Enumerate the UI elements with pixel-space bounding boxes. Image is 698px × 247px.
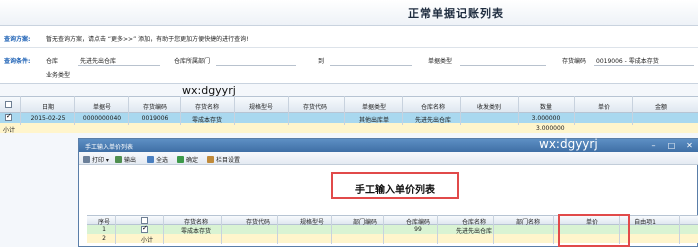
watermark: wx:dgyyrj [539,137,598,151]
column-divider [679,215,680,244]
dialog-heading-box: 手工输入单价列表 [331,172,459,199]
query-plan-row: 查询方案: 暂无查询方案，请点击 “更多>>” 添加，有助于您更加方便快捷的进行… [0,26,698,48]
print-label: 打印 [92,157,105,164]
col-date[interactable]: 日期 [24,102,72,111]
subtotal-label: 小计 [3,127,16,134]
column-divider [437,215,438,244]
column-divider [277,215,278,244]
printer-icon [83,156,90,163]
col-inventory-code[interactable]: 存货编码 [130,102,180,111]
col-doc-type[interactable]: 单据类型 [348,102,400,111]
dialog-title: 手工输入单价列表 [85,144,134,151]
confirm-label: 确定 [186,157,199,164]
to-label: 到 [318,58,325,65]
close-icon[interactable]: ✕ [685,141,694,150]
cell-inventory-code: 0019006 [141,115,169,122]
column-divider [493,215,494,244]
col-spec[interactable]: 规格型号 [236,102,286,111]
column-settings-label: 栏目设置 [216,157,241,164]
query-plan-label: 查询方案: [4,36,31,43]
inventory-code-field[interactable]: 0019006 - 零成本存货 [596,56,659,65]
col-unit-price[interactable]: 单价 [578,102,630,111]
column-divider [163,215,164,244]
business-type-label: 业务类型 [46,72,71,79]
select-all-checkbox[interactable] [5,101,12,108]
minimize-icon[interactable]: – [649,141,658,150]
column-divider [20,96,21,125]
export-label: 输出 [124,157,137,164]
col-io-category[interactable]: 收发类别 [462,102,516,111]
warehouse-dept-field[interactable] [216,65,296,66]
column-settings-icon [207,156,214,163]
maximize-icon[interactable]: □ [667,141,676,150]
column-divider [221,215,222,244]
warehouse-label: 仓库 [46,58,59,65]
column-settings-button[interactable]: 栏目设置 [207,155,240,164]
doc-type-field[interactable] [460,65,546,66]
cell-warehouse-code: 99 [414,226,422,233]
export-button[interactable]: 输出 [115,155,136,164]
column-divider [115,215,116,244]
select-all-icon [147,156,154,163]
unit-price-highlight [558,214,630,247]
inventory-code-label: 存货编码 [562,58,587,65]
page-title-bar: 正常单据记账列表 [0,0,698,26]
subtotal-quantity: 3.000000 [536,125,565,132]
query-plan-hint: 暂无查询方案，请点击 “更多>>” 添加，有助于您更加方便快捷的进行查询! [46,36,249,43]
subtotal-row: 小计 3.000000 [0,123,698,134]
column-divider [402,96,403,125]
column-divider [574,96,575,125]
table-row[interactable]: 2015-02-25 0000000040 0019006 零成本存货 其他出库… [0,112,698,124]
warehouse-field-underline [78,65,160,66]
col-inventory-alias[interactable]: 存货代码 [290,102,340,111]
select-all-button[interactable]: 全选 [147,155,168,164]
print-button[interactable]: 打印 ▾ [83,155,109,164]
dialog-toolbar: 打印 ▾ 输出 全选 确定 栏目设置 [79,152,698,165]
column-divider [288,96,289,125]
column-divider [180,96,181,125]
warehouse-dept-to-field[interactable] [330,65,412,66]
dialog-select-all-checkbox[interactable] [141,217,148,224]
query-conditions-label: 查询条件: [4,58,31,65]
col-doc-no[interactable]: 单据号 [76,102,128,111]
column-divider [632,96,633,125]
column-divider [128,96,129,125]
main-grid-header: 日期 单据号 存货编码 存货名称 规格型号 存货代码 单据类型 仓库名称 收发类… [0,96,698,113]
column-divider [553,215,554,244]
column-divider [344,96,345,125]
warehouse-field[interactable]: 先进先出仓库 [80,56,116,65]
inventory-code-underline [594,65,694,66]
dialog-title-bar[interactable]: 手工输入单价列表 – □ ✕ [79,139,698,152]
row-checkbox[interactable] [141,224,148,233]
col-quantity[interactable]: 数量 [520,102,572,111]
cell-date: 2015-02-25 [30,115,66,122]
confirm-icon [177,156,184,163]
column-divider [383,215,384,244]
cell-quantity: 3.000000 [531,115,561,122]
column-divider [234,96,235,125]
query-conditions: 查询条件: 仓库 先进先出仓库 仓库所属部门 到 单据类型 存货编码 00190… [0,48,698,84]
col-inventory-name[interactable]: 存货名称 [182,102,232,111]
column-divider [331,215,332,244]
page-title: 正常单据记账列表 [408,7,504,20]
col-warehouse-name[interactable]: 仓库名称 [406,102,460,111]
column-divider [74,96,75,125]
column-divider [518,96,519,125]
row-checkbox[interactable] [5,112,12,121]
select-all-label: 全选 [156,157,169,164]
warehouse-dept-label: 仓库所属部门 [174,58,211,65]
export-icon [115,156,122,163]
dialog-heading: 手工输入单价列表 [355,185,435,196]
column-divider [460,96,461,125]
doc-type-label: 单据类型 [428,58,453,65]
cell-doc-no: 0000000040 [82,115,122,122]
subtotal-label: 小计 [140,237,153,244]
confirm-button[interactable]: 确定 [177,155,198,164]
col-amount[interactable]: 金额 [636,102,686,111]
